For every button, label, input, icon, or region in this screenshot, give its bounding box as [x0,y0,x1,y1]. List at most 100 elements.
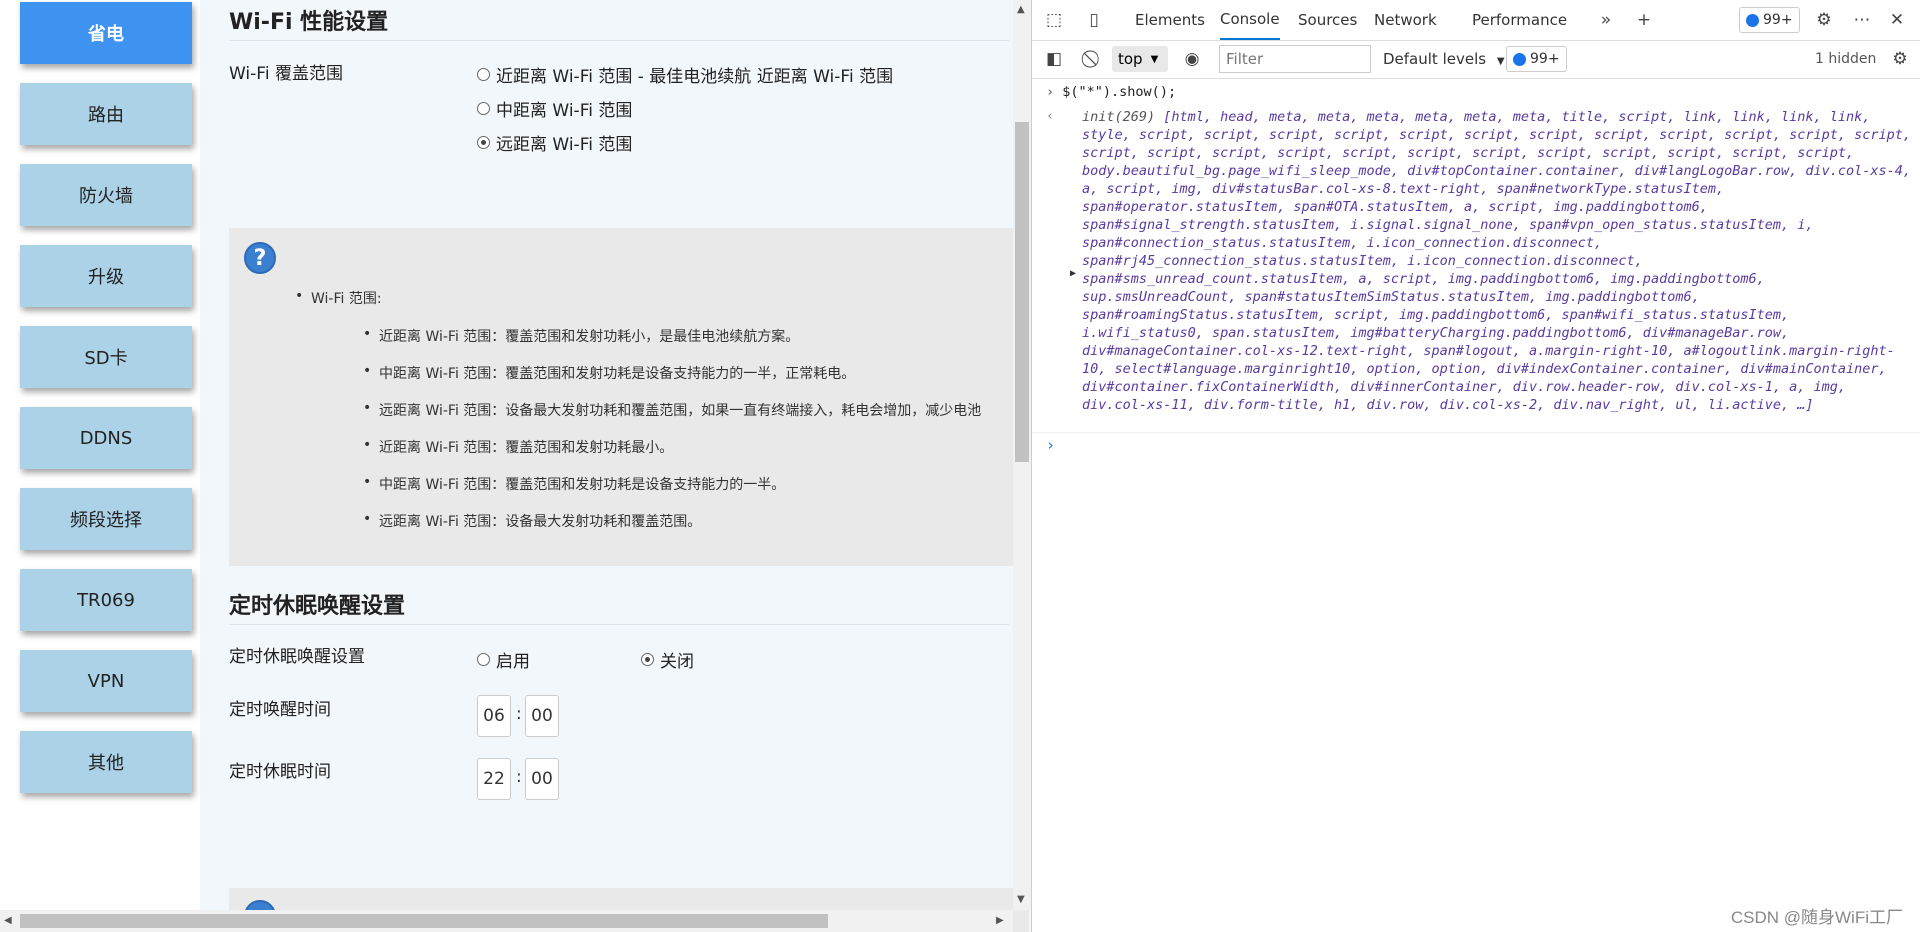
toggle-sidebar-icon[interactable]: ◧ [1042,47,1066,71]
chevron-down-icon: ▼ [1150,53,1159,65]
console-result[interactable]: init(269) [html, head, meta, meta, meta,… [1082,108,1912,414]
wake-minute-input[interactable]: 00 [525,695,559,737]
sleep-hour-input[interactable]: 22 [477,758,511,800]
sleep-setting-label: 定时休眠唤醒设置 [229,647,365,667]
chevron-down-icon: ▼ [1496,56,1505,67]
help-item: 远距离 Wi-Fi 范围：设备最大发射功耗和覆盖范围，如果一直有终端接入，耗电会… [363,400,981,420]
help-item: 近距离 Wi-Fi 范围：覆盖范围和发射功耗小，是最佳电池续航方案。 [363,326,799,346]
log-levels-dropdown[interactable]: Default levels ▼ [1383,50,1505,68]
sleep-disable-label: 关闭 [660,652,694,672]
close-icon[interactable]: ✕ [1885,8,1909,32]
message-icon [1746,13,1759,27]
scroll-right-arrow-icon[interactable]: ▶ [996,915,1004,926]
sidebar-item-sd-card[interactable]: SD卡 [20,326,192,388]
console-prompt-icon[interactable]: › [1046,436,1055,454]
more-tabs-icon[interactable]: » [1594,8,1618,32]
message-icon [1513,52,1526,66]
watermark: CSDN @随身WiFi工厂 [1730,908,1903,927]
radio-icon [477,102,490,115]
sleep-enable-option[interactable]: 启用 [477,647,530,672]
console-toolbar: ◧ ⃠ top ▼ ◉ Default levels ▼ 99+ 1 hidde… [1032,40,1920,79]
vertical-scroll-thumb[interactable] [1015,122,1029,462]
coverage-option-near[interactable]: 近距离 Wi-Fi 范围 - 最佳电池续航 近距离 Wi-Fi 范围 [477,62,893,87]
coverage-option-medium[interactable]: 中距离 Wi-Fi 范围 [477,96,632,121]
sleep-minute-input[interactable]: 00 [525,758,559,800]
sidebar-item-band-selection[interactable]: 频段选择 [20,488,192,550]
console-output: › $("*").show(); ‹ ▶ init(269) [html, he… [1032,80,1920,930]
clear-console-icon[interactable]: ⃠ [1082,47,1106,71]
tab-elements[interactable]: Elements [1135,0,1205,40]
wifi-performance-title: Wi-Fi 性能设置 [229,4,1009,41]
hidden-messages-count: 1 hidden [1815,51,1877,67]
console-divider [1032,432,1920,433]
help-item: 中距离 Wi-Fi 范围：覆盖范围和发射功耗是设备支持能力的一半。 [363,474,785,494]
wifi-coverage-label: Wi-Fi 覆盖范围 [229,64,343,84]
devtools-panel: ⬚ ▯ Elements Console Sources Network Per… [1031,0,1920,932]
radio-icon [477,68,490,81]
sidebar-item-tr069[interactable]: TR069 [20,569,192,631]
scroll-left-arrow-icon[interactable]: ◀ [4,915,12,926]
help-item: 远距离 Wi-Fi 范围：设备最大发射功耗和覆盖范围。 [363,511,701,531]
time-colon: : [516,704,522,724]
radio-checked-icon [641,653,654,666]
issues-badge-count: 99+ [1763,12,1793,28]
log-levels-label: Default levels [1383,50,1487,68]
sleep-time-label: 定时休眠时间 [229,762,331,782]
sidebar: 省电 路由 防火墙 升级 SD卡 DDNS 频段选择 TR069 VPN 其他 [0,0,200,932]
tab-network[interactable]: Network [1374,0,1437,40]
sleep-disable-option[interactable]: 关闭 [641,647,694,672]
horizontal-scrollbar[interactable]: ◀ ▶ [0,910,1013,932]
device-emulation-icon[interactable]: ▯ [1082,8,1106,32]
console-command-text: $("*").show(); [1062,84,1177,100]
settings-gear-icon[interactable]: ⚙ [1812,8,1836,32]
sidebar-item-upgrade[interactable]: 升级 [20,245,192,307]
help-item: 中距离 Wi-Fi 范围：覆盖范围和发射功耗是设备支持能力的一半，正常耗电。 [363,363,855,383]
time-colon: : [516,767,522,787]
scroll-down-arrow-icon[interactable]: ▼ [1017,894,1025,905]
main-content: Wi-Fi 性能设置 Wi-Fi 覆盖范围 近距离 Wi-Fi 范围 - 最佳电… [229,0,1029,932]
horizontal-scroll-thumb[interactable] [20,914,828,928]
coverage-option-medium-label: 中距离 Wi-Fi 范围 [496,101,633,121]
wake-time-label: 定时唤醒时间 [229,700,331,720]
help-title: Wi-Fi 范围: [295,288,381,308]
help-box-wifi-range: ? Wi-Fi 范围: 近距离 Wi-Fi 范围：覆盖范围和发射功耗小，是最佳电… [229,228,1029,566]
coverage-option-near-label: 近距离 Wi-Fi 范围 - 最佳电池续航 近距离 Wi-Fi 范围 [496,67,894,87]
tab-performance[interactable]: Performance [1472,0,1567,40]
sidebar-item-firewall[interactable]: 防火墙 [20,164,192,226]
sleep-settings-title: 定时休眠唤醒设置 [229,588,1009,625]
output-chevron-icon: ‹ [1046,108,1055,124]
more-options-icon[interactable]: ⋯ [1850,8,1874,32]
console-result-array: [html, head, meta, meta, meta, meta, met… [1082,109,1920,413]
coverage-option-far[interactable]: 远距离 Wi-Fi 范围 [477,130,632,155]
radio-icon [477,653,490,666]
add-tab-icon[interactable]: + [1632,8,1656,32]
sidebar-item-vpn[interactable]: VPN [20,650,192,712]
console-issues-badge[interactable]: 99+ [1506,46,1567,72]
console-result-prefix: init(269) [1082,109,1164,125]
help-item: 近距离 Wi-Fi 范围：覆盖范围和发射功耗最小。 [363,437,673,457]
sidebar-item-router[interactable]: 路由 [20,83,192,145]
sidebar-item-other[interactable]: 其他 [20,731,192,793]
tab-console[interactable]: Console [1220,0,1280,40]
console-filter-input[interactable] [1219,45,1371,73]
console-settings-gear-icon[interactable]: ⚙ [1888,47,1912,71]
webpage-pane: 省电 路由 防火墙 升级 SD卡 DDNS 频段选择 TR069 VPN 其他 … [0,0,1031,932]
live-expression-eye-icon[interactable]: ◉ [1180,47,1204,71]
tab-sources[interactable]: Sources [1298,0,1357,40]
sidebar-item-ddns[interactable]: DDNS [20,407,192,469]
context-select[interactable]: top ▼ [1112,46,1168,72]
vertical-scrollbar[interactable]: ▲ ▼ [1013,0,1031,910]
scroll-up-arrow-icon[interactable]: ▲ [1017,4,1025,15]
console-issues-count: 99+ [1530,51,1560,67]
wake-hour-input[interactable]: 06 [477,695,511,737]
expand-triangle-icon[interactable]: ▶ [1070,268,1076,279]
devtools-tab-bar: ⬚ ▯ Elements Console Sources Network Per… [1032,0,1920,41]
sleep-enable-label: 启用 [496,652,530,672]
console-command-line: › $("*").show(); [1046,84,1176,100]
inspect-element-icon[interactable]: ⬚ [1042,8,1066,32]
context-select-value: top [1118,50,1143,68]
help-icon: ? [244,242,276,274]
issues-badge[interactable]: 99+ [1739,7,1800,33]
sidebar-item-power-saving[interactable]: 省电 [20,2,192,64]
input-chevron-icon: › [1046,84,1055,100]
